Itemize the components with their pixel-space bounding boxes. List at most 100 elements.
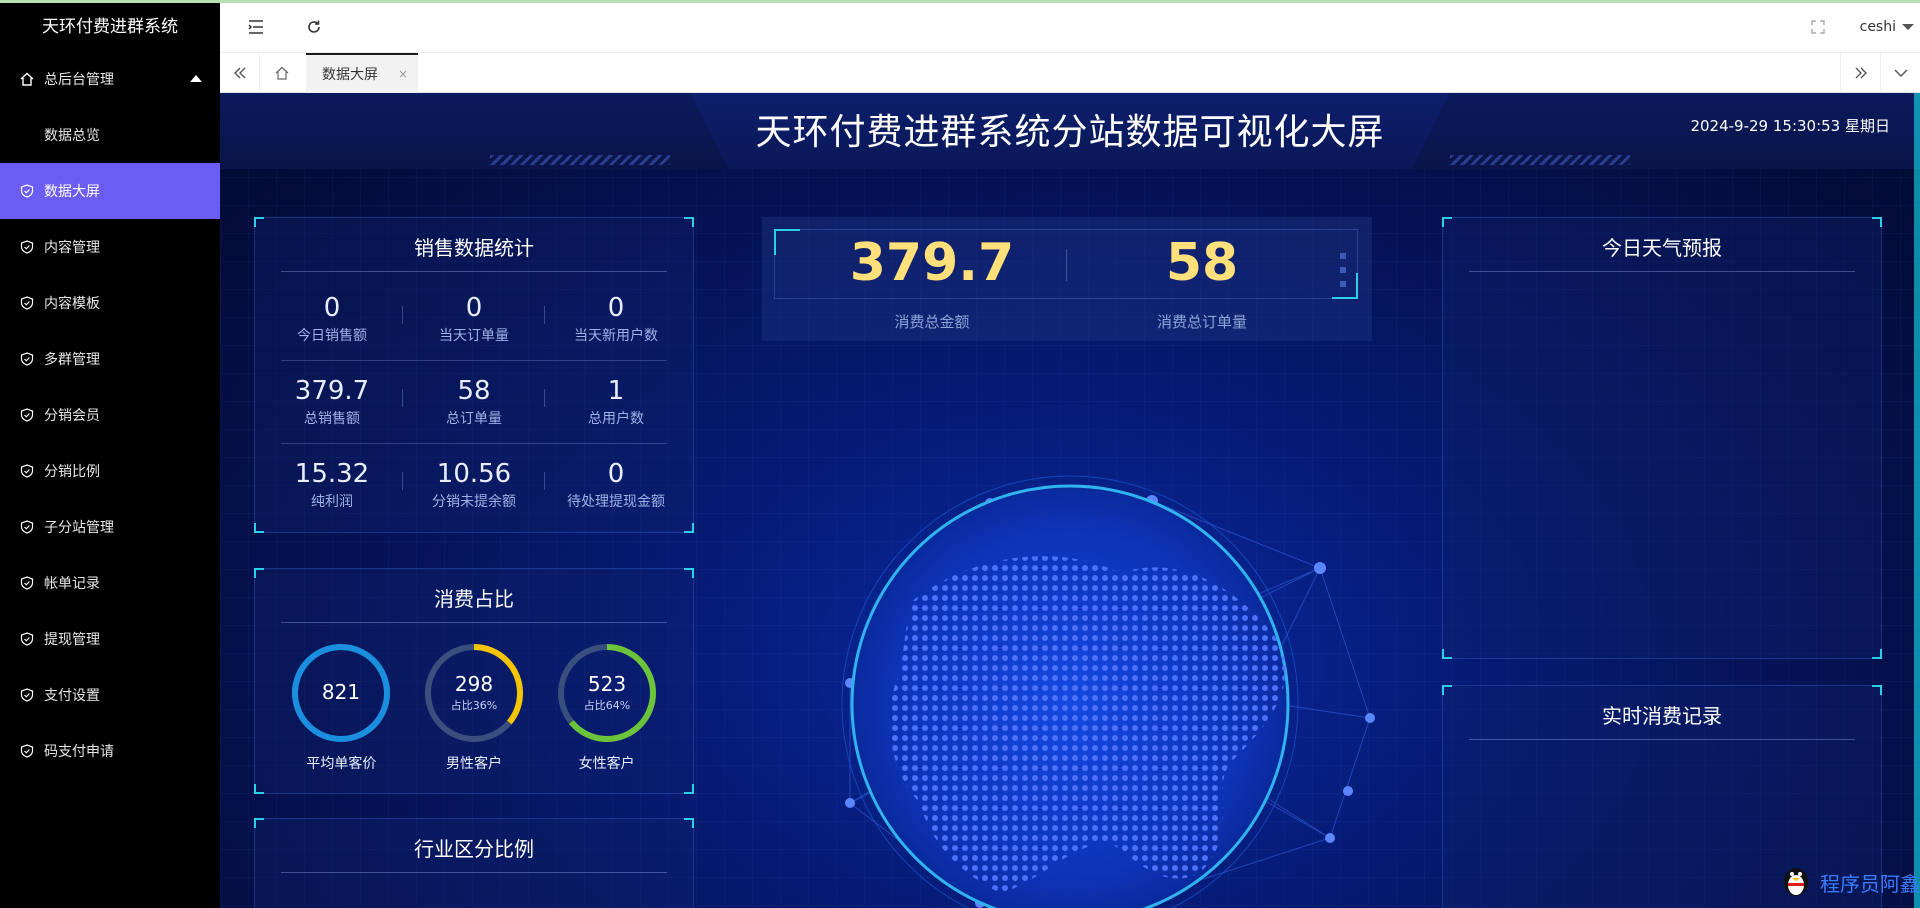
donut-sub: 占比36% bbox=[451, 698, 497, 712]
donut-label: 男性客户 bbox=[445, 756, 502, 772]
sidebar-item-1[interactable]: 数据大屏 bbox=[0, 163, 220, 219]
penguin-logo-icon bbox=[1778, 862, 1814, 902]
refresh-icon[interactable] bbox=[304, 17, 324, 37]
sidebar-item-0[interactable]: 数据总览 bbox=[0, 107, 220, 163]
tabs-bar: 数据大屏 × bbox=[220, 53, 1920, 93]
donut-value: 298 bbox=[455, 672, 493, 696]
shield-check-icon bbox=[20, 632, 34, 646]
sidebar-group-admin[interactable]: 总后台管理 bbox=[0, 51, 220, 107]
dashboard-title: 天环付费进群系统分站数据可视化大屏 bbox=[755, 112, 1385, 153]
fullscreen-icon[interactable] bbox=[1808, 17, 1828, 37]
sidebar-item-label: 支付设置 bbox=[44, 688, 100, 704]
sidebar-item-11[interactable]: 码支付申请 bbox=[0, 723, 220, 779]
stat-label: 总销售额 bbox=[304, 411, 360, 427]
sales-stat: 0 待处理提现金额 bbox=[545, 444, 687, 526]
data-dashboard: 天环付费进群系统分站数据可视化大屏 2024-9-29 15:30:53 星期日… bbox=[220, 93, 1920, 908]
tabs-prev-icon[interactable] bbox=[220, 53, 260, 93]
dropdown-icon bbox=[1902, 24, 1914, 30]
tab-data-screen[interactable]: 数据大屏 × bbox=[306, 53, 418, 93]
stat-label: 纯利润 bbox=[311, 494, 353, 510]
caret-up-icon bbox=[190, 75, 202, 82]
sidebar-item-10[interactable]: 支付设置 bbox=[0, 667, 220, 723]
watermark-text: 程序员阿鑫 bbox=[1820, 871, 1920, 896]
stat-value: 0 bbox=[323, 293, 341, 323]
right-scrollbar[interactable] bbox=[1914, 93, 1920, 908]
shield-check-icon bbox=[20, 520, 34, 534]
shield-check-icon bbox=[20, 464, 34, 478]
kpi-total-amount-label: 消费总金额 bbox=[894, 313, 970, 331]
consumption-panel-title: 消费占比 bbox=[434, 587, 514, 611]
sales-stat: 10.56 分销未提余额 bbox=[403, 444, 545, 526]
sidebar-item-label: 数据大屏 bbox=[44, 184, 100, 200]
dashboard-datetime: 2024-9-29 15:30:53 星期日 bbox=[1690, 117, 1890, 135]
sales-stats: 0 今日销售额 0 当天订单量 0 当天新用户数 379.7 总销售额 58 总订单量 1 总用户数 1… bbox=[255, 278, 693, 526]
sales-stat: 0 当天订单量 bbox=[403, 278, 545, 360]
header-stripe-left bbox=[490, 155, 670, 165]
sidebar-item-label: 码支付申请 bbox=[44, 744, 114, 760]
sidebar-item-label: 内容管理 bbox=[44, 240, 100, 256]
sidebar-item-3[interactable]: 内容模板 bbox=[0, 275, 220, 331]
sales-panel-title: 销售数据统计 bbox=[414, 236, 534, 260]
stat-value: 15.32 bbox=[294, 459, 370, 489]
sidebar-item-7[interactable]: 子分站管理 bbox=[0, 499, 220, 555]
home-tab-icon[interactable] bbox=[262, 53, 302, 93]
consumption-panel: 消费占比 821 平均单客价 298 占比36% 男性客户 523 占比64% 女性客户 bbox=[254, 568, 694, 794]
stat-label: 当天新用户数 bbox=[574, 328, 658, 344]
stat-label: 当天订单量 bbox=[439, 328, 509, 344]
sales-stat: 58 总订单量 bbox=[403, 361, 545, 443]
stat-value: 10.56 bbox=[436, 459, 512, 489]
sidebar-item-label: 多群管理 bbox=[44, 352, 100, 368]
shield-check-icon bbox=[20, 352, 34, 366]
donut-sub: 占比64% bbox=[583, 698, 629, 712]
stat-value: 1 bbox=[607, 376, 625, 406]
weather-panel-title: 今日天气预报 bbox=[1602, 236, 1722, 260]
stat-label: 总用户数 bbox=[588, 411, 644, 427]
weather-panel: 今日天气预报 bbox=[1442, 217, 1882, 659]
sidebar-item-9[interactable]: 提现管理 bbox=[0, 611, 220, 667]
topbar: ceshi bbox=[220, 3, 1920, 53]
watermark: 程序员阿鑫 bbox=[1778, 862, 1920, 902]
donut-chart: 821 平均单客价 bbox=[286, 641, 396, 773]
donut-label: 平均单客价 bbox=[306, 756, 377, 772]
tabs-dropdown-icon[interactable] bbox=[1880, 53, 1920, 93]
sales-stat: 0 当天新用户数 bbox=[545, 278, 687, 360]
tab-label: 数据大屏 bbox=[322, 67, 378, 83]
stat-value: 0 bbox=[607, 459, 625, 489]
sales-panel: 销售数据统计 0 今日销售额 0 当天订单量 0 当天新用户数 379.7 总销售额 58 总订单… bbox=[254, 217, 694, 533]
sales-stat: 0 今日销售额 bbox=[261, 278, 403, 360]
donut-chart: 298 占比36% 男性客户 bbox=[419, 641, 529, 773]
records-panel-title: 实时消费记录 bbox=[1602, 704, 1722, 728]
sidebar-item-2[interactable]: 内容管理 bbox=[0, 219, 220, 275]
shield-check-icon bbox=[20, 296, 34, 310]
stat-label: 今日销售额 bbox=[297, 328, 367, 344]
shield-check-icon bbox=[20, 576, 34, 590]
donut-value: 821 bbox=[322, 680, 360, 704]
kpi-panel: 379.7 消费总金额 58 消费总订单量 bbox=[762, 217, 1372, 341]
donut-label: 女性客户 bbox=[578, 756, 635, 772]
sidebar-item-8[interactable]: 帐单记录 bbox=[0, 555, 220, 611]
sidebar-item-6[interactable]: 分销比例 bbox=[0, 443, 220, 499]
user-menu[interactable]: ceshi bbox=[1860, 19, 1914, 35]
tabs-next-icon[interactable] bbox=[1840, 53, 1880, 93]
shield-check-icon bbox=[20, 184, 34, 198]
sidebar-item-label: 分销会员 bbox=[44, 408, 100, 424]
menu-toggle-icon[interactable] bbox=[246, 17, 266, 37]
sidebar-item-label: 子分站管理 bbox=[44, 520, 114, 536]
donut-value: 523 bbox=[588, 672, 626, 696]
sidebar-group-label: 总后台管理 bbox=[44, 72, 114, 88]
stat-value: 0 bbox=[607, 293, 625, 323]
username: ceshi bbox=[1859, 19, 1896, 35]
shield-check-icon bbox=[20, 240, 34, 254]
stat-value: 379.7 bbox=[294, 376, 370, 406]
industry-panel: 行业区分比例 bbox=[254, 818, 694, 908]
industry-panel-title: 行业区分比例 bbox=[414, 837, 534, 861]
shield-check-icon bbox=[20, 744, 34, 758]
sidebar-item-5[interactable]: 分销会员 bbox=[0, 387, 220, 443]
sidebar-item-label: 分销比例 bbox=[44, 464, 100, 480]
sales-stat: 1 总用户数 bbox=[545, 361, 687, 443]
sidebar-item-4[interactable]: 多群管理 bbox=[0, 331, 220, 387]
sidebar-item-label: 内容模板 bbox=[44, 296, 100, 312]
stat-label: 总订单量 bbox=[446, 411, 502, 427]
sidebar-item-label: 提现管理 bbox=[44, 632, 100, 648]
tab-close-icon[interactable]: × bbox=[398, 67, 408, 81]
